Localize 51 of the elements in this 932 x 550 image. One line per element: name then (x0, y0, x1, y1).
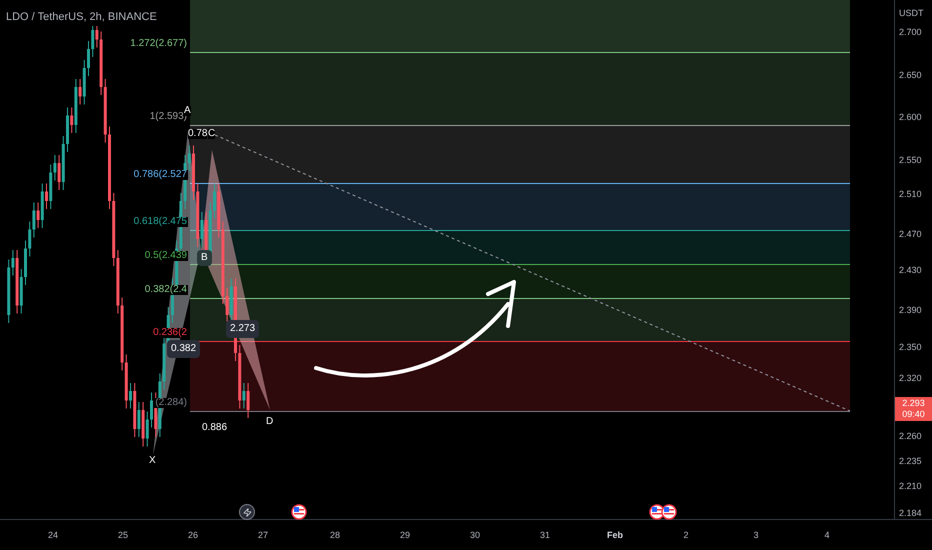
fib-label: (2.284) (154, 398, 188, 408)
fib-label: 0.786(2.527 (132, 170, 188, 180)
time-tick: 3 (754, 531, 758, 540)
time-tick: 24 (48, 531, 58, 540)
time-tick: 2 (684, 531, 688, 540)
ratio-label: 0.382 (167, 340, 200, 358)
price-tick: 2.210 (899, 482, 922, 491)
pattern-point-label: B (197, 250, 212, 266)
price-tick: 2.235 (899, 457, 922, 466)
time-tick: 30 (470, 531, 480, 540)
price-tick: 2.700 (899, 28, 922, 37)
time-tick: 27 (258, 531, 268, 540)
fib-label: 0.618(2.475 (132, 217, 188, 227)
time-tick: 26 (188, 531, 198, 540)
time-tick: 4 (824, 531, 830, 540)
price-tick: 2.320 (899, 374, 922, 383)
ratio-label: 2.273 (226, 320, 260, 338)
bar-countdown: 09:40 (902, 410, 925, 419)
ratio-label: 0.886 (202, 423, 228, 433)
chart-title: LDO / TetherUS, 2h, BINANCE (6, 9, 157, 26)
pattern-point-label: D (266, 417, 274, 427)
ratio-label: 0.78 (188, 129, 208, 139)
time-tick: 28 (330, 531, 340, 540)
fib-label: 0.382(2.4 (144, 285, 188, 295)
flag-icon[interactable] (291, 504, 307, 520)
fib-label: 1.272(2.677) (129, 39, 188, 49)
price-tick: 2.260 (899, 432, 922, 441)
price-tick: 2.430 (899, 266, 922, 275)
flag-icon[interactable] (661, 504, 677, 520)
pattern-point-label: A (184, 106, 191, 116)
time-tick: 25 (118, 531, 128, 540)
price-tick: 2.390 (899, 306, 922, 315)
pattern-point-label: X (149, 456, 156, 466)
price-tick: 2.550 (899, 156, 922, 165)
price-tick: 2.470 (899, 230, 922, 239)
time-tick: Feb (607, 531, 623, 540)
last-price: 2.293 (902, 399, 925, 408)
price-tick: 2.510 (899, 190, 922, 199)
price-tick: 2.600 (899, 113, 922, 122)
fib-label: 1(2.593) (148, 112, 188, 122)
price-tick: 2.184 (899, 509, 922, 518)
flag-icon[interactable] (649, 504, 665, 520)
price-tick: 2.350 (899, 343, 922, 352)
price-tick: 2.650 (899, 71, 922, 80)
fib-label: 0.236(2 (152, 328, 188, 338)
time-tick: 31 (540, 531, 550, 540)
pattern-point-label: C (208, 129, 216, 139)
time-tick: 29 (400, 531, 410, 540)
fib-label: 0.5(2.439 (144, 251, 188, 261)
lightning-icon[interactable] (239, 504, 255, 520)
price-unit: USDT (899, 7, 924, 20)
